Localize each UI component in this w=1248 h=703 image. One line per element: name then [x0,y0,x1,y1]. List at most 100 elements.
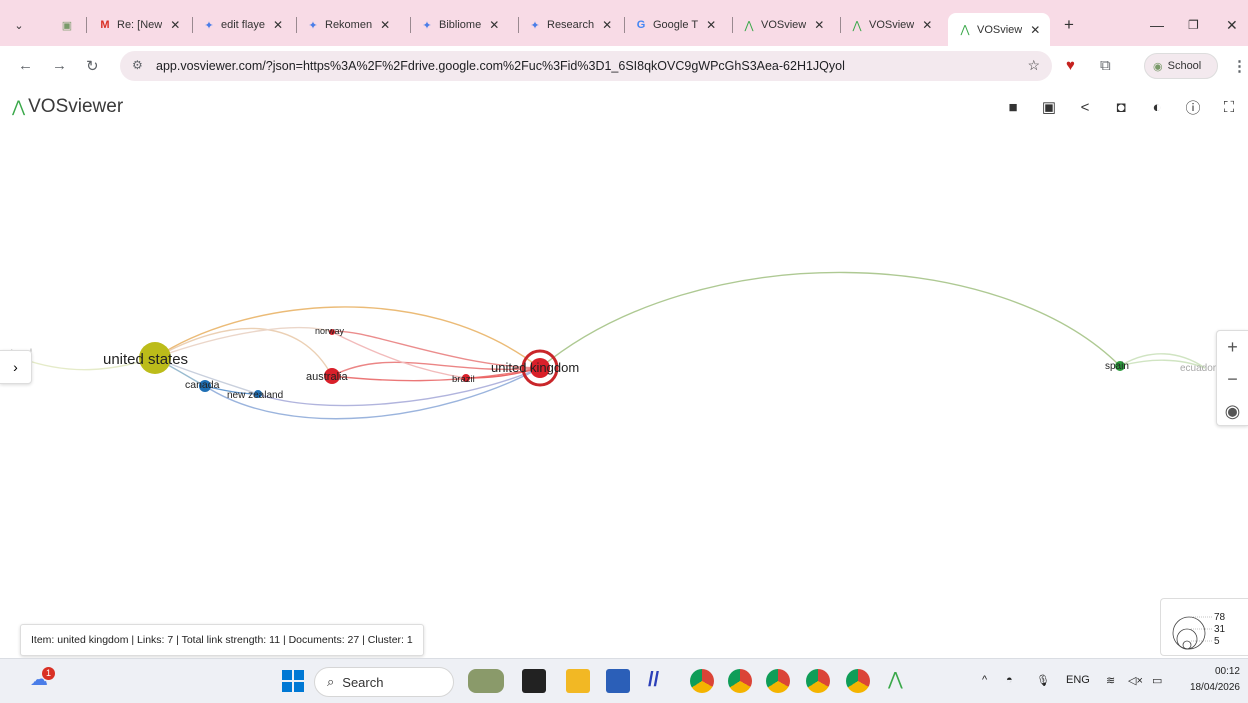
zoom-controls: + − ◉ [1216,330,1248,426]
forward-button[interactable]: → [52,57,67,74]
omnibox[interactable]: ⚙ app.vosviewer.com/?json=https%3A%2F%2F… [120,51,1052,81]
sidebar-toggle-button[interactable]: › [0,350,32,384]
vosviewer-icon: ⋀ [960,24,970,36]
reload-button[interactable]: ↻ [86,57,99,75]
tab-bar: ⌄ ▣ M Re: [New ✕ ✦ edit flaye ✕ ✦ Rekomen ✕ ✦ B… [0,0,1248,46]
extension-icon[interactable]: ♥ [1066,57,1075,74]
menu-icon[interactable]: ⋮ [1232,57,1247,75]
info-button[interactable]: ⓘ [1184,98,1202,117]
clock[interactable]: 00:12 18/04/2026 [1190,664,1240,696]
save-button[interactable]: ▣ [1040,98,1058,116]
url-text[interactable]: app.vosviewer.com/?json=https%3A%2F%2Fdr… [156,59,845,73]
tab-vosviewer-2[interactable]: ⋀ VOSview ✕ [850,13,932,37]
fullscreen-button[interactable]: ⛶ [1220,98,1238,116]
tab-search-button[interactable]: ⌄ [12,13,31,37]
volume-icon[interactable]: ◁× [1128,674,1143,687]
tab-gemini-2[interactable]: ✦ Rekomen ✕ [306,13,390,37]
translate-icon: G [636,19,646,31]
zoom-out-button[interactable]: − [1217,363,1248,395]
zoom-in-button[interactable]: + [1217,331,1248,363]
label-spain: spain [1105,361,1129,372]
legend-value-mid: 31 [1214,624,1226,635]
tab-gemini-3[interactable]: ✦ Bibliome ✕ [420,13,499,37]
minus-icon: − [1227,368,1238,389]
close-icon: ✕ [1226,16,1238,33]
target-icon: ◉ [1224,400,1241,421]
close-window-button[interactable]: ✕ [1226,13,1238,37]
reset-view-button[interactable]: ◉ [1217,395,1248,427]
wifi-icon[interactable]: ≋ [1106,674,1115,687]
taskbar-chrome-3[interactable] [766,669,790,693]
pin-icon: ▣ [61,19,73,32]
taskbar-app-terminal[interactable] [522,669,546,693]
taskbar: ☁ 1 ⌕ Search // ⋀ ^ ◓ 🎙 ENG ≋ ◁× ▭ 00:12… [0,658,1248,703]
vosviewer-icon: ⋀ [744,19,754,32]
screenshot-button[interactable]: ◘ [1112,98,1130,116]
extensions-puzzle-icon[interactable]: ⧉ [1100,57,1111,74]
battery-icon[interactable]: ▭ [1152,674,1162,687]
plus-icon: + [1227,336,1238,357]
dark-mode-button[interactable]: ◐ [1148,98,1166,116]
star-icon[interactable]: ☆ [1027,57,1040,74]
taskbar-chrome-4[interactable] [806,669,830,693]
close-icon[interactable]: ✕ [489,18,499,32]
weather-widget[interactable]: ☁ 1 [30,667,55,693]
profile-button[interactable]: ◉ School [1144,53,1218,79]
tab-vosviewer-1[interactable]: ⋀ VOSview ✕ [742,13,824,37]
share-button[interactable]: < [1076,98,1094,116]
plus-icon: + [1064,15,1074,34]
label-brazil: brazil [452,374,475,385]
chevron-down-icon: ⌄ [14,19,24,32]
tray-app-icon[interactable]: ◓ [1006,674,1013,686]
close-icon[interactable]: ✕ [1030,23,1040,37]
site-settings-icon[interactable]: ⚙ [132,58,143,72]
gemini-icon: ✦ [530,19,540,32]
taskbar-app-word[interactable] [606,669,630,693]
taskbar-search[interactable]: ⌕ Search [314,667,454,697]
restore-icon: ❐ [1188,18,1199,32]
taskbar-app-explorer[interactable] [566,669,590,693]
taskbar-widget-image[interactable] [468,669,504,693]
close-icon[interactable]: ✕ [380,18,390,32]
gmail-icon: M [100,19,110,31]
network-canvas[interactable]: portugal united states canada new zealan… [0,86,1248,658]
close-icon[interactable]: ✕ [170,18,180,32]
tab-gmail[interactable]: M Re: [New ✕ [98,13,180,37]
minimize-icon: — [1150,17,1164,33]
app-toolbar: ■ ▣ < ◘ ◐ ⓘ ⛶ [1004,98,1238,117]
app-logo: ⋀ VOSviewer [12,96,124,117]
tab-pinned[interactable]: ▣ [60,13,79,37]
taskbar-app-slash[interactable]: // [648,669,672,693]
vosviewer-logo-icon: ⋀ [12,99,26,116]
legend-value-max: 78 [1214,612,1226,623]
size-legend: 78 31 5 [1160,598,1248,656]
taskbar-chrome-2[interactable] [728,669,752,693]
tab-google-translate[interactable]: G Google T ✕ [634,13,716,37]
tab-gemini-4[interactable]: ✦ Research ✕ [528,13,612,37]
label-united-kingdom: united kingdom [491,360,579,375]
address-bar: ← → ↻ ⚙ app.vosviewer.com/?json=https%3A… [0,46,1248,86]
vosviewer-icon: ⋀ [852,19,862,32]
taskbar-vosviewer[interactable]: ⋀ [888,669,912,693]
language-indicator[interactable]: ENG [1066,674,1090,686]
close-icon[interactable]: ✕ [273,18,283,32]
start-button[interactable] [282,670,304,692]
taskbar-chrome-5[interactable] [846,669,870,693]
tray-overflow-icon[interactable]: ^ [982,674,987,686]
gemini-icon: ✦ [308,19,318,32]
tab-vosviewer-active[interactable]: ⋀ VOSview ✕ [948,13,1051,46]
minimize-button[interactable]: — [1150,13,1164,37]
new-tab-button[interactable]: + [1064,13,1074,37]
tab-gemini-1[interactable]: ✦ edit flaye ✕ [202,13,283,37]
close-icon[interactable]: ✕ [814,18,824,32]
close-icon[interactable]: ✕ [706,18,716,32]
taskbar-chrome-1[interactable] [690,669,714,693]
open-folder-button[interactable]: ■ [1004,98,1022,116]
label-ecuador: ecuador [1180,363,1217,374]
restore-button[interactable]: ❐ [1188,13,1199,37]
close-icon[interactable]: ✕ [602,18,612,32]
close-icon[interactable]: ✕ [922,18,932,32]
back-button[interactable]: ← [18,57,33,74]
vosviewer-app: portugal united states canada new zealan… [0,86,1248,658]
microphone-icon[interactable]: 🎙 [1036,674,1050,687]
